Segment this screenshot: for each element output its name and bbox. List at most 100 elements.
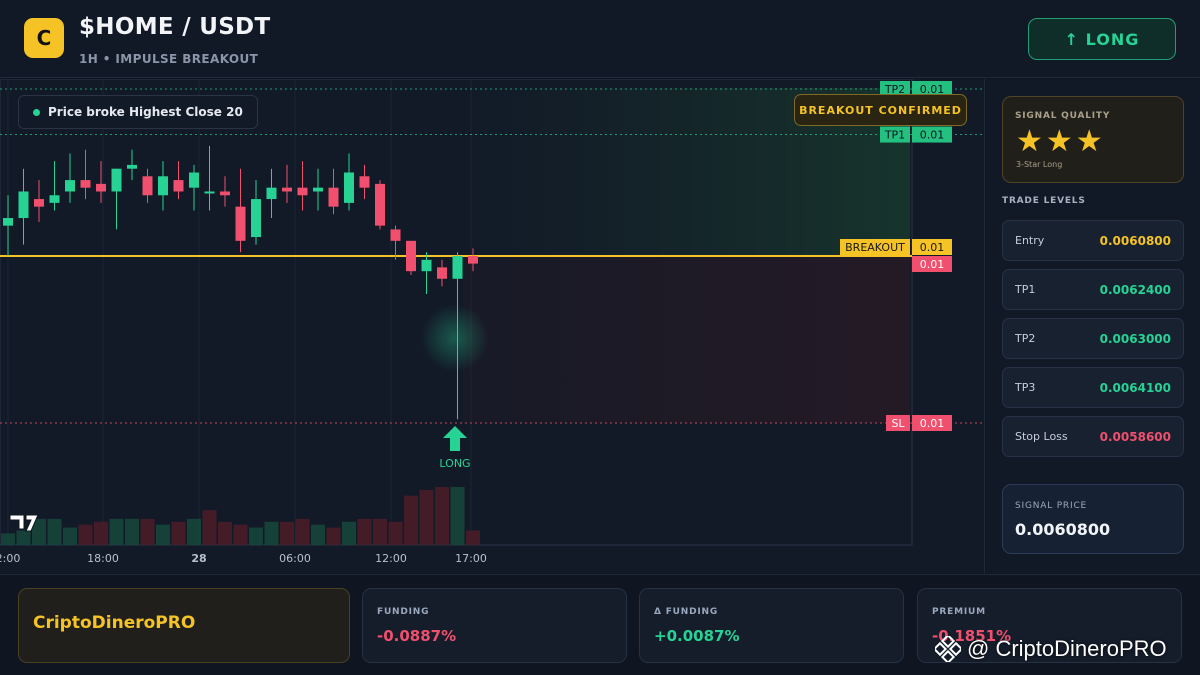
candle-body (49, 195, 60, 203)
volume-bar (218, 521, 232, 545)
candle-body (313, 187, 323, 192)
candle-body (375, 183, 385, 226)
long-button[interactable]: ↑ LONG (1028, 18, 1176, 60)
trade-levels-label: TRADE LEVELS (1002, 196, 1086, 206)
volume-bar (187, 518, 201, 545)
volume-bar (326, 527, 341, 545)
funding-card: FUNDING -0.0887% (362, 588, 627, 663)
volume-bars (1, 487, 480, 545)
candle-body (96, 183, 106, 192)
volume-bar (1, 533, 15, 545)
signal-price-value: 0.0060800 (1015, 520, 1111, 539)
volume-bar (140, 518, 155, 545)
candle-body (18, 191, 29, 219)
watermark-text: @ CriptoDineroPRO (967, 636, 1167, 661)
candle-body (3, 218, 13, 226)
candlestick-chart-svg: TP2 0.01TP1 0.01BREAKOUT 0.010.01SL 0.01 LON… (0, 79, 985, 565)
time-label: 2:00 (0, 552, 20, 565)
candle-body (452, 256, 463, 279)
long-marker-label: LONG (439, 457, 470, 470)
volume-bar (94, 521, 108, 545)
sl-tag: SL (891, 417, 905, 430)
star-rating-icon: ★★★ (1016, 124, 1106, 159)
volume-bar (47, 518, 62, 545)
trade-level-name: TP3 (1015, 381, 1036, 394)
quality-subtitle: 3-Star Long (1016, 160, 1063, 169)
candle-body (173, 180, 184, 192)
trade-level-value: 0.0058600 (1099, 430, 1171, 444)
volume-bar (466, 530, 480, 545)
candle-body (468, 256, 478, 264)
candle-body (80, 180, 91, 188)
candle-body (204, 191, 215, 194)
trade-level-entry: Entry 0.0060800 (1002, 220, 1184, 261)
up-arrow-icon (443, 426, 467, 451)
candle-body (421, 259, 432, 272)
time-label: 17:00 (455, 552, 487, 565)
breakout-value-tag: 0.01 (920, 241, 945, 254)
volume-bar (295, 518, 310, 545)
current-price-tag: 0.01 (920, 258, 945, 271)
risk-zone (463, 256, 910, 423)
candle-body (220, 191, 230, 196)
candle-body (297, 187, 308, 196)
volume-bar (404, 495, 418, 545)
time-label: 28 (191, 552, 206, 565)
volume-bar (171, 521, 186, 545)
volume-bar (264, 521, 279, 545)
signal-quality-label: SIGNAL QUALITY (1015, 111, 1111, 121)
candles (3, 145, 478, 420)
binance-icon (935, 636, 961, 662)
candle-body (235, 206, 246, 241)
volume-bar (109, 518, 124, 545)
time-label: 12:00 (375, 552, 407, 565)
volume-bar (357, 518, 372, 545)
candle-body (437, 267, 447, 279)
tp1-value-tag: 0.01 (920, 129, 945, 142)
breakout-callout: Price broke Highest Close 20 (18, 95, 258, 129)
funding-label: FUNDING (377, 607, 430, 617)
trade-level-name: Stop Loss (1015, 430, 1068, 443)
candle-body (34, 199, 44, 207)
candle-body (390, 229, 401, 241)
trade-level-tp3: TP3 0.0064100 (1002, 367, 1184, 408)
trade-level-name: TP2 (1015, 332, 1036, 345)
candle-body (111, 168, 122, 192)
volume-bar (311, 524, 325, 545)
candle-body (142, 176, 153, 196)
breakout-confirmed-badge: BREAKOUT CONFIRMED (794, 94, 967, 126)
brand-card: CriptoDineroPRO (18, 588, 350, 663)
pair-title: $HOME / USDT (79, 14, 271, 40)
volume-bar (388, 521, 403, 545)
trade-level-name: Entry (1015, 234, 1045, 247)
volume-bar (78, 524, 93, 545)
candle-body (359, 176, 370, 188)
volume-bar (435, 487, 449, 545)
price-chart[interactable]: TP2 0.01 TP1 0.01 BREAKOUT 0.01 0.01 SL 0.01 LON… (0, 79, 985, 573)
sl-value-tag: 0.01 (920, 417, 945, 430)
header: C $HOME / USDT 1H • IMPULSE BREAKOUT ↑ L… (0, 0, 1200, 78)
callout-text: Price broke Highest Close 20 (48, 105, 243, 119)
coin-logo: C (24, 18, 64, 58)
premium-label: PREMIUM (932, 607, 986, 617)
volume-bar (373, 518, 387, 545)
signal-sidebar: SIGNAL QUALITY ★★★ 3-Star Long TRADE LEV… (986, 79, 1200, 573)
status-dot-icon (33, 108, 40, 116)
volume-bar (249, 527, 263, 545)
trade-level-value: 0.0062400 (1099, 283, 1171, 297)
signal-price-label: SIGNAL PRICE (1015, 501, 1088, 511)
trade-level-tp1: TP1 0.0062400 (1002, 269, 1184, 310)
entry-glow (421, 304, 489, 372)
volume-bar (419, 489, 434, 545)
candle-body (328, 187, 339, 207)
volume-bar (16, 530, 31, 545)
candle-body (65, 180, 75, 192)
candle-body (251, 199, 261, 238)
candle-body (344, 172, 354, 203)
brand-name: CriptoDineroPRO (33, 613, 196, 633)
candle-body (127, 164, 137, 169)
time-label: 06:00 (279, 552, 311, 565)
time-axis: 2:00 18:00 28 06:00 12:00 17:00 (0, 552, 487, 565)
trade-level-value: 0.0063000 (1099, 332, 1171, 346)
delta-funding-value: +0.0087% (654, 627, 740, 645)
